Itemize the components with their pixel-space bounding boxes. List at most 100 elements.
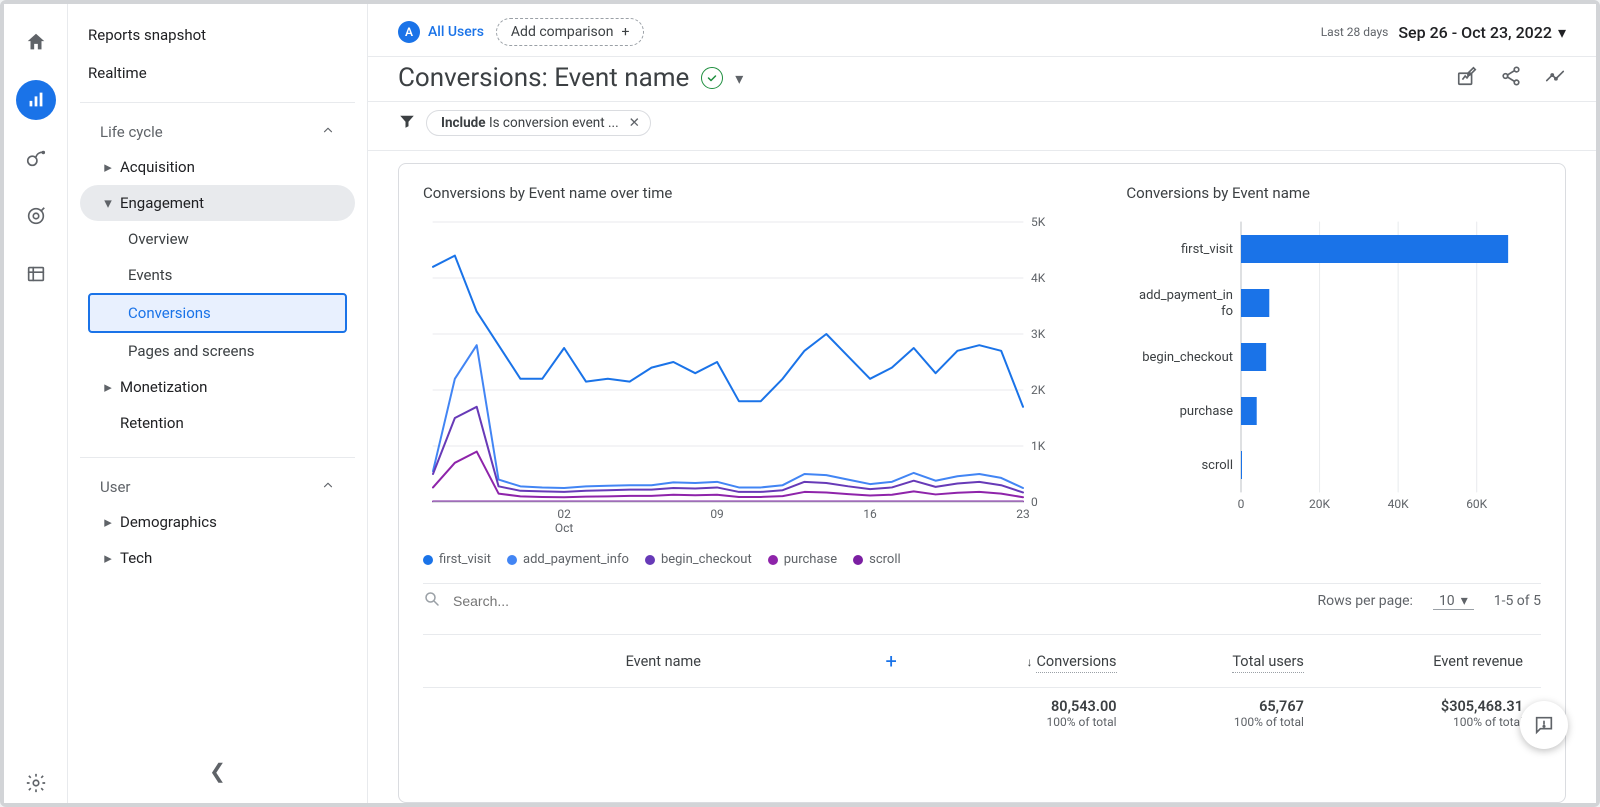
sidebar-item-label: Retention (120, 414, 184, 432)
filter-row: Include Is conversion event ... ✕ (368, 102, 1596, 151)
legend-item[interactable]: add_payment_info (507, 552, 629, 567)
sidebar-item-engagement[interactable]: ▾ Engagement (80, 185, 355, 221)
svg-text:Oct: Oct (555, 521, 574, 535)
data-table: Event name + ↓Conversions Total users Ev… (423, 634, 1541, 739)
sidebar-group-user[interactable]: User (80, 470, 355, 504)
chevron-up-icon (321, 478, 335, 496)
arrow-down-icon: ▾ (102, 194, 114, 212)
arrow-right-icon: ▸ (102, 549, 114, 567)
svg-text:20K: 20K (1309, 497, 1330, 511)
reports-icon[interactable] (16, 80, 56, 120)
svg-text:4K: 4K (1031, 271, 1046, 285)
sidebar-item-pages-screens[interactable]: Pages and screens (80, 333, 355, 369)
svg-text:60K: 60K (1467, 497, 1488, 511)
legend-item[interactable]: first_visit (423, 552, 491, 567)
main-content: A All Users Add comparison + Last 28 day… (368, 4, 1596, 803)
customize-report-icon[interactable] (1456, 65, 1478, 91)
rows-per-page-select[interactable]: 10 ▾ (1433, 593, 1474, 610)
sidebar-item-acquisition[interactable]: ▸ Acquisition (80, 149, 355, 185)
sidebar-item-demographics[interactable]: ▸ Demographics (80, 504, 355, 540)
legend-item[interactable]: begin_checkout (645, 552, 752, 567)
line-chart-title: Conversions by Event name over time (423, 184, 1086, 202)
arrow-dropdown-icon: ▾ (1558, 23, 1566, 42)
totals-users: 65,767 (1153, 698, 1304, 715)
sidebar-item-label: Monetization (120, 378, 207, 396)
svg-text:40K: 40K (1388, 497, 1409, 511)
add-comparison-label: Add comparison (511, 24, 614, 40)
sidebar-item-retention[interactable]: Retention (80, 405, 355, 441)
check-badge-icon[interactable] (701, 67, 723, 89)
sidebar-item-monetization[interactable]: ▸ Monetization (80, 369, 355, 405)
sidebar-item-label: Tech (120, 549, 152, 567)
svg-text:5K: 5K (1031, 215, 1046, 229)
filter-chip[interactable]: Include Is conversion event ... ✕ (426, 110, 651, 136)
svg-text:1K: 1K (1031, 439, 1046, 453)
svg-text:02: 02 (557, 507, 571, 521)
advertising-icon[interactable] (16, 196, 56, 236)
feedback-button[interactable] (1520, 701, 1568, 749)
segment-chip[interactable]: A All Users (398, 21, 484, 43)
sidebar-group-lifecycle[interactable]: Life cycle (80, 115, 355, 149)
filter-text: Include Is conversion event ... (441, 115, 619, 131)
date-range-picker[interactable]: Sep 26 - Oct 23, 2022 ▾ (1398, 23, 1566, 42)
settings-icon[interactable] (16, 763, 56, 803)
svg-text:3K: 3K (1031, 327, 1046, 341)
svg-text:begin_checkout: begin_checkout (1143, 350, 1234, 365)
search-input[interactable] (453, 593, 653, 609)
arrow-right-icon: ▸ (102, 513, 114, 531)
sidebar-reports-snapshot[interactable]: Reports snapshot (68, 16, 367, 54)
svg-text:scroll: scroll (1202, 458, 1234, 473)
sidebar-item-overview[interactable]: Overview (80, 221, 355, 257)
sidebar-item-label: Acquisition (120, 158, 195, 176)
sidebar-realtime[interactable]: Realtime (68, 54, 367, 92)
search-icon (423, 590, 441, 612)
report-card: Conversions by Event name over time 01K2… (398, 163, 1566, 803)
svg-text:2K: 2K (1031, 383, 1046, 397)
legend-item[interactable]: purchase (768, 552, 837, 567)
segment-badge: A (398, 21, 420, 43)
arrow-right-icon: ▸ (102, 378, 114, 396)
sidebar-item-conversions[interactable]: Conversions (88, 293, 347, 333)
add-dimension-button[interactable]: + (886, 649, 897, 673)
arrow-dropdown-icon: ▾ (1461, 593, 1468, 609)
th-event-revenue[interactable]: Event revenue (1322, 635, 1541, 688)
svg-text:first_visit: first_visit (1181, 242, 1233, 257)
svg-text:purchase: purchase (1180, 404, 1233, 419)
sidebar-item-events[interactable]: Events (80, 257, 355, 293)
add-comparison-button[interactable]: Add comparison + (496, 18, 645, 46)
arrow-dropdown-icon[interactable]: ▾ (735, 69, 743, 88)
sidebar: Reports snapshot Realtime Life cycle ▸ A… (68, 4, 368, 803)
filter-icon[interactable] (398, 112, 416, 134)
close-icon[interactable]: ✕ (629, 115, 640, 131)
share-icon[interactable] (1500, 65, 1522, 91)
table-controls: Rows per page: 10 ▾ 1-5 of 5 (423, 583, 1541, 618)
svg-text:23: 23 (1016, 507, 1030, 521)
bar-chart-title: Conversions by Event name (1126, 184, 1541, 202)
svg-text:09: 09 (710, 507, 724, 521)
sidebar-item-tech[interactable]: ▸ Tech (80, 540, 355, 576)
pagination-range: 1-5 of 5 (1494, 593, 1541, 609)
nav-rail (4, 4, 68, 803)
explore-icon[interactable] (16, 138, 56, 178)
totals-conversions: 80,543.00 (933, 698, 1117, 715)
svg-text:fo: fo (1221, 304, 1233, 319)
collapse-sidebar-icon[interactable]: ❮ (209, 759, 226, 783)
insights-icon[interactable] (1544, 65, 1566, 91)
rows-per-page-value: 10 (1439, 593, 1455, 609)
th-event-name[interactable]: Event name + (423, 635, 915, 688)
configure-icon[interactable] (16, 254, 56, 294)
arrow-right-icon: ▸ (102, 158, 114, 176)
toolbar: A All Users Add comparison + Last 28 day… (368, 4, 1596, 56)
home-icon[interactable] (16, 22, 56, 62)
date-range-text: Sep 26 - Oct 23, 2022 (1398, 23, 1552, 42)
legend-item[interactable]: scroll (853, 552, 901, 567)
th-total-users[interactable]: Total users (1135, 635, 1322, 688)
app-root: Reports snapshot Realtime Life cycle ▸ A… (0, 0, 1600, 807)
plus-icon: + (621, 24, 629, 40)
date-mode-label: Last 28 days (1321, 25, 1389, 39)
title-row: Conversions: Event name ▾ (368, 57, 1596, 102)
sidebar-item-label: Demographics (120, 513, 217, 531)
th-conversions[interactable]: ↓Conversions (915, 635, 1135, 688)
page-title: Conversions: Event name (398, 63, 689, 93)
sidebar-item-label: Engagement (120, 194, 204, 212)
